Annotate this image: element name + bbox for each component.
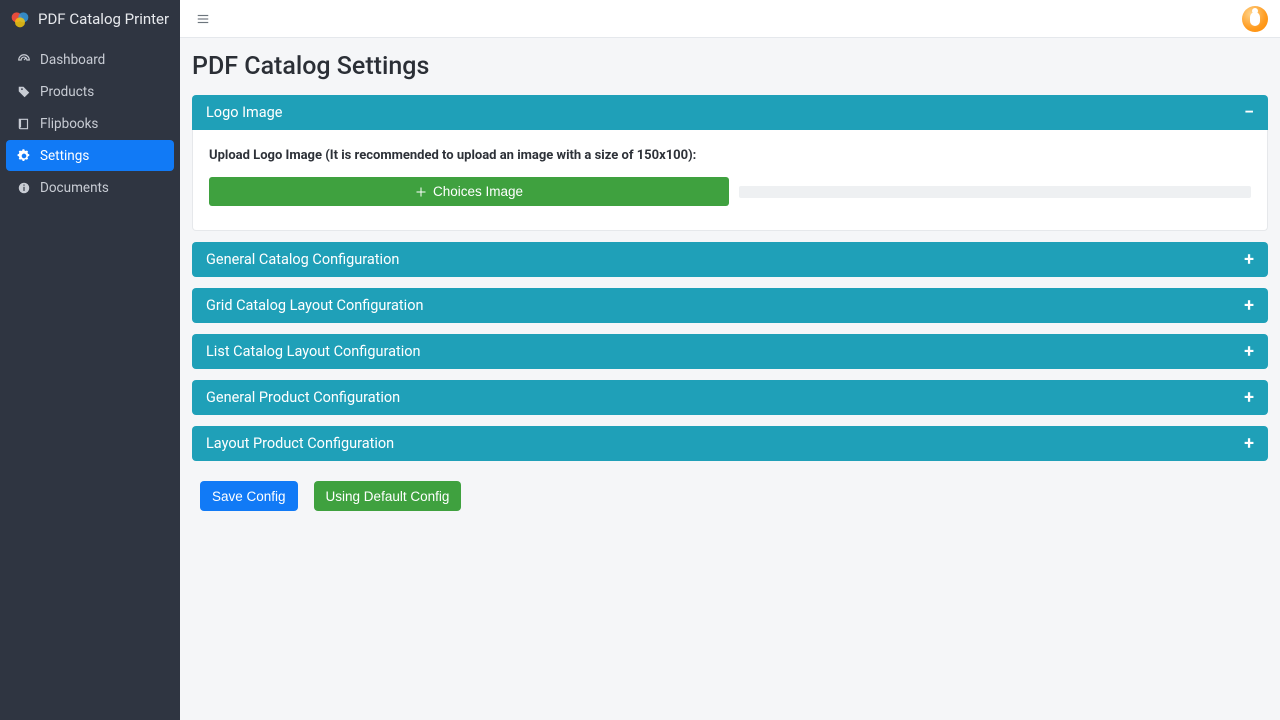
choices-image-button[interactable]: Choices Image <box>209 177 729 206</box>
panel-title: Grid Catalog Layout Configuration <box>206 297 423 314</box>
panel-header-general-product[interactable]: General Product Configuration + <box>192 380 1268 415</box>
panel-body-logo-image: Upload Logo Image (It is recommended to … <box>192 130 1268 231</box>
panel-title: General Catalog Configuration <box>206 251 399 268</box>
plus-icon: + <box>1244 297 1254 315</box>
sidebar-item-dashboard[interactable]: Dashboard <box>6 44 174 75</box>
upload-path-placeholder <box>739 186 1251 198</box>
bulb-icon <box>1250 12 1260 26</box>
panel-header-layout-product[interactable]: Layout Product Configuration + <box>192 426 1268 461</box>
plus-icon: + <box>1244 389 1254 407</box>
panel-title: Logo Image <box>206 104 282 121</box>
minus-icon: − <box>1244 104 1254 122</box>
panel-header-list-layout[interactable]: List Catalog Layout Configuration + <box>192 334 1268 369</box>
panel-header-logo-image[interactable]: Logo Image − <box>192 95 1268 130</box>
sidebar-item-label: Flipbooks <box>40 116 98 132</box>
plus-icon: + <box>1244 343 1254 361</box>
user-avatar[interactable] <box>1242 6 1268 32</box>
content: PDF Catalog Settings Logo Image − Upload… <box>180 38 1280 531</box>
dashboard-icon <box>16 52 32 68</box>
tag-icon <box>16 84 32 100</box>
panel-header-grid-layout[interactable]: Grid Catalog Layout Configuration + <box>192 288 1268 323</box>
sidebar-item-label: Dashboard <box>40 52 105 68</box>
book-icon <box>16 116 32 132</box>
brand: PDF Catalog Printer <box>0 0 180 38</box>
page-title: PDF Catalog Settings <box>192 52 1268 81</box>
main: PDF Catalog Settings Logo Image − Upload… <box>180 0 1280 720</box>
app-name: PDF Catalog Printer <box>38 10 169 28</box>
plus-icon: + <box>1244 435 1254 453</box>
gear-icon <box>16 148 32 164</box>
sidebar-item-settings[interactable]: Settings <box>6 140 174 171</box>
sidebar-item-flipbooks[interactable]: Flipbooks <box>6 108 174 139</box>
upload-row: Choices Image <box>209 177 1251 206</box>
topbar <box>180 0 1280 38</box>
sidebar-item-label: Products <box>40 84 94 100</box>
save-config-button[interactable]: Save Config <box>200 481 298 511</box>
panel-title: List Catalog Layout Configuration <box>206 343 421 360</box>
menu-toggle-button[interactable] <box>192 8 214 30</box>
sidebar-nav: Dashboard Products Flipbooks Settings Do… <box>0 38 180 210</box>
upload-button-label: Choices Image <box>433 184 523 199</box>
plus-icon: + <box>1244 251 1254 269</box>
upload-label: Upload Logo Image (It is recommended to … <box>209 148 1251 163</box>
sidebar: PDF Catalog Printer Dashboard Products F… <box>0 0 180 720</box>
sidebar-item-label: Settings <box>40 148 89 164</box>
info-icon <box>16 180 32 196</box>
panel-header-general-catalog[interactable]: General Catalog Configuration + <box>192 242 1268 277</box>
panel-title: General Product Configuration <box>206 389 400 406</box>
app-logo-icon <box>10 9 30 29</box>
default-config-button[interactable]: Using Default Config <box>314 481 462 511</box>
plus-icon <box>415 186 427 198</box>
action-row: Save Config Using Default Config <box>192 481 1268 511</box>
sidebar-item-label: Documents <box>40 180 109 196</box>
sidebar-item-documents[interactable]: Documents <box>6 172 174 203</box>
sidebar-item-products[interactable]: Products <box>6 76 174 107</box>
panel-title: Layout Product Configuration <box>206 435 394 452</box>
